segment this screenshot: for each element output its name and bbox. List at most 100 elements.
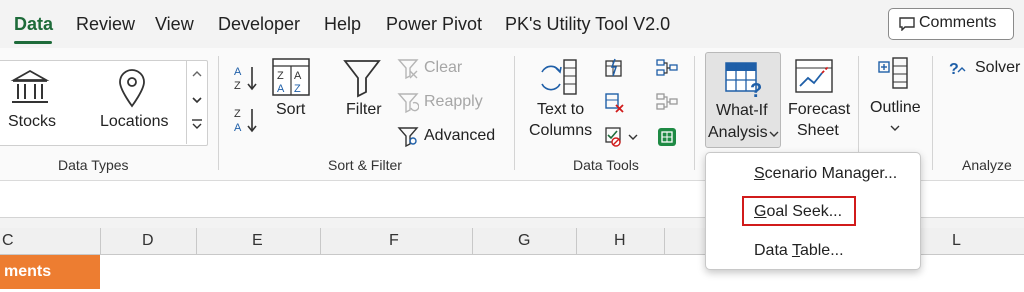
column-header[interactable]: C [2,232,14,250]
column-header[interactable]: L [952,232,961,250]
chevron-down-icon [890,125,900,131]
menu-item-goal-seek[interactable]: Goal Seek... [754,203,842,221]
sort-ascending-icon: A Z [234,66,257,92]
reapply-button[interactable]: Reapply [424,93,483,111]
svg-text:A: A [294,70,302,82]
data-validation-icon [605,127,638,147]
consolidate-icon [656,59,678,76]
tab-view[interactable]: View [155,14,194,35]
column-divider [196,228,197,254]
filter-label: Filter [346,101,382,118]
sort-dialog-icon: Z A A Z [272,58,310,96]
forecast-sheet-icon [795,59,833,93]
tab-utility-tool[interactable]: PK's Utility Tool V2.0 [505,14,670,35]
menu-item-data-table[interactable]: Data Table... [754,242,844,260]
outline-icon [878,57,908,89]
sort-button[interactable]: Z A A Z [272,58,310,101]
tab-help[interactable]: Help [324,14,361,35]
remove-duplicates-icon [605,93,624,113]
group-divider [694,56,695,170]
svg-text:A: A [234,122,242,134]
remove-duplicates-button[interactable] [604,92,626,119]
what-if-icon: ? [725,62,762,99]
outline-label: Outline [870,99,921,116]
stocks-button[interactable] [8,68,52,113]
comments-button[interactable]: Comments [888,8,1014,40]
group-label-analyze: Analyze [962,157,1012,173]
bank-icon [10,69,50,103]
tab-power-pivot[interactable]: Power Pivot [386,14,482,35]
group-label-data-types: Data Types [58,157,129,173]
clear-filter-icon [397,58,419,85]
consolidate-button[interactable] [656,58,678,83]
column-header[interactable]: D [142,232,154,250]
active-tab-indicator [14,41,52,44]
svg-text:Z: Z [294,83,301,95]
flash-fill-icon [605,58,622,77]
comments-label: Comments [919,14,997,31]
sort-a-z-button[interactable]: A Z [232,64,260,97]
what-if-label-2: Analysis [708,124,768,141]
column-divider [664,228,665,254]
tab-data[interactable]: Data [14,14,53,35]
text-to-columns-label-1: Text to [537,101,585,118]
gallery-scroll-arrows-icon [192,71,202,129]
filter-button[interactable] [342,58,382,103]
column-divider [576,228,577,254]
solver-button[interactable]: Solver [975,59,1020,77]
forecast-label-1: Forecast [788,101,851,118]
svg-text:A: A [234,66,242,78]
what-if-analysis-button[interactable]: ? What-If Analysis [705,52,781,148]
sort-descending-icon: Z A [234,108,257,134]
relationships-icon [656,93,678,110]
column-header[interactable]: E [252,232,263,250]
advanced-filter-icon [397,126,419,153]
cell-comments-header[interactable]: ments [0,255,100,289]
relationships-button[interactable] [656,92,678,117]
column-header[interactable]: F [389,232,399,250]
forecast-label-2: Sheet [797,122,839,139]
outline-button[interactable] [877,56,913,97]
text-to-columns-button[interactable] [538,58,582,103]
chevron-down-icon [769,131,779,137]
manage-data-model-button[interactable] [656,126,678,153]
tab-review[interactable]: Review [76,14,135,35]
svg-text:Z: Z [234,80,241,92]
column-header[interactable]: G [518,232,530,250]
column-divider [100,228,101,254]
svg-text:?: ? [949,61,959,78]
sort-label: Sort [276,101,306,118]
svg-text:A: A [277,83,285,95]
svg-text:Z: Z [234,108,241,120]
locations-label: Locations [100,113,169,130]
data-model-icon [658,128,676,146]
svg-text:?: ? [750,80,762,99]
clear-button[interactable]: Clear [424,59,462,77]
menu-item-scenario-manager[interactable]: Scenario Manager... [754,165,897,183]
comment-icon [899,17,915,31]
flash-fill-button[interactable] [604,58,624,83]
forecast-sheet-button[interactable] [794,58,836,101]
group-label-sort-filter: Sort & Filter [328,157,402,173]
data-validation-button[interactable] [604,126,640,153]
solver-icon: ? [949,61,966,78]
ribbon-tab-bar: Data Review View Developer Help Power Pi… [0,0,1024,48]
column-header[interactable]: H [614,232,626,250]
what-if-dropdown-menu: Scenario Manager... Goal Seek... Data Ta… [705,152,921,270]
funnel-icon [343,60,381,98]
cell-text: ments [4,263,52,280]
locations-button[interactable] [117,68,147,113]
advanced-button[interactable]: Advanced [424,127,495,145]
column-divider [320,228,321,254]
svg-text:Z: Z [277,70,284,82]
text-to-columns-label-2: Columns [529,122,593,139]
group-divider [932,56,933,170]
sort-z-a-button[interactable]: Z A [232,106,260,139]
text-to-columns-icon [541,59,577,95]
group-label-data-tools: Data Tools [573,157,639,173]
map-pin-icon [119,69,145,108]
gallery-scroll[interactable] [186,60,207,144]
reapply-icon [397,92,420,119]
tab-developer[interactable]: Developer [218,14,300,35]
stocks-label: Stocks [8,113,57,130]
